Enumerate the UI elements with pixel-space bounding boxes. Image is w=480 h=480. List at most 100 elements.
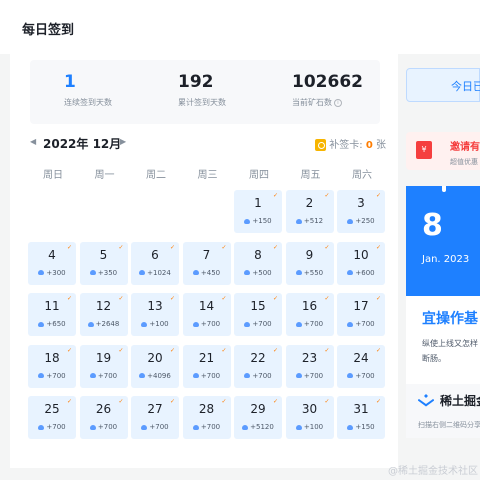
caret-left-icon[interactable]: ◀ <box>30 137 36 146</box>
calendar-day-cell[interactable]: ✓ 26 +700 <box>79 396 128 439</box>
calendar-day-cell[interactable]: ✓ 15 +700 <box>234 293 282 336</box>
ore-icon <box>38 373 45 378</box>
ore-icon <box>244 270 251 275</box>
calendar-day-cell[interactable]: ✓ 8 +500 <box>234 241 282 285</box>
ore-icon <box>141 321 148 327</box>
stats-bar: 1 连续签到天数 192 累计签到天数 102662 当前矿石数 i <box>30 60 380 124</box>
desc-line-2: 断肠。 <box>422 354 446 363</box>
ore-icon <box>347 321 354 327</box>
calendar-day-cell[interactable]: ✓ 12 +2648 <box>79 293 128 336</box>
watermark: @稀土掘金技术社区 <box>388 466 478 477</box>
ore-icon <box>347 373 354 378</box>
points-value: +100 <box>149 320 169 328</box>
month-label: 2022年 12月 <box>43 137 122 151</box>
weekday-header: 周日 周一 周二 周三 周四 周五 周六 <box>28 166 388 182</box>
points-value: +700 <box>200 320 221 328</box>
ore-icon <box>192 270 199 275</box>
calendar-day-cell[interactable]: ✓ 23 +700 <box>285 344 334 388</box>
day-points: +300 <box>28 269 76 277</box>
makeup-card-icon <box>315 139 327 151</box>
calendar-day-cell[interactable]: ✓ 4 +300 <box>28 241 76 285</box>
points-value: +550 <box>303 268 324 277</box>
ore-icon <box>38 321 45 327</box>
ore-icon <box>295 270 302 275</box>
calendar-day-cell[interactable]: ✓ 5 +350 <box>79 241 128 285</box>
calendar-month: Jan. 2023 <box>422 254 470 265</box>
calendar-day-cell[interactable]: ✓ 21 +700 <box>182 344 231 388</box>
day-points: +700 <box>337 320 385 328</box>
calendar-ring <box>442 186 446 192</box>
day-number: 27 <box>147 402 163 416</box>
calendar-day-cell[interactable]: ✓ 22 +700 <box>234 344 282 388</box>
day-number: 1 <box>254 196 262 210</box>
caret-right-icon[interactable]: ▶ <box>120 137 126 146</box>
calendar-day-cell[interactable]: ✓ 18 +700 <box>28 344 76 388</box>
day-points: +700 <box>183 372 231 380</box>
side-panel: 今日已 ¥ 邀请有 超值优惠 8 Jan. 2023 宜操作基 纵使上线又怎样 … <box>406 48 480 468</box>
calendar-day-cell[interactable]: ✓ 20 +4096 <box>131 344 179 388</box>
calendar-day-cell[interactable]: ✓ 3 +250 <box>337 190 385 233</box>
day-number: 7 <box>202 247 211 262</box>
calendar-day-cell[interactable]: ✓ 16 +700 <box>285 293 334 336</box>
calendar-day-cell[interactable]: ✓ 11 +650 <box>28 293 76 336</box>
signed-today-label: 今日已 <box>451 80 480 93</box>
day-points: +150 <box>234 217 282 225</box>
ore-icon <box>347 270 354 275</box>
promo-title: 邀请有 <box>450 142 480 153</box>
calendar-day-cell[interactable]: ✓ 28 +700 <box>182 396 231 439</box>
invite-promo[interactable]: ¥ 邀请有 超值优惠 <box>406 132 480 170</box>
day-points: +700 <box>234 320 282 328</box>
day-number: 22 <box>250 350 266 365</box>
ore-icon <box>244 373 251 378</box>
stat-ore: 102662 当前矿石数 i <box>292 72 363 108</box>
makeup-unit: 张 <box>376 140 386 151</box>
day-number: 2 <box>305 196 314 210</box>
points-value: +350 <box>97 268 118 277</box>
points-value: +450 <box>200 268 221 277</box>
signed-today-button[interactable]: 今日已 <box>406 68 480 102</box>
ore-icon <box>139 373 146 378</box>
calendar-card-desc: 纵使上线又怎样 断肠。 <box>422 336 478 366</box>
calendar-day-cell[interactable]: ✓ 7 +450 <box>182 241 231 285</box>
calendar-day-cell[interactable]: ✓ 25 +700 <box>28 396 76 439</box>
calendar-day: 8 <box>422 208 443 243</box>
day-points: +100 <box>131 320 179 328</box>
scan-hint: 扫描右侧二维码分享 <box>418 421 480 429</box>
calendar-day-cell[interactable]: ✓ 27 +700 <box>131 396 179 439</box>
makeup-card[interactable]: 补签卡: 0 张 <box>315 136 386 151</box>
calendar-day-cell[interactable]: ✓ 1 +150 <box>234 190 282 233</box>
calendar-day-cell[interactable]: ✓ 2 +512 <box>285 190 334 233</box>
day-points: +700 <box>286 372 334 380</box>
calendar-day-cell[interactable]: ✓ 31 +150 <box>337 396 385 439</box>
calendar-day-cell[interactable]: ✓ 17 +700 <box>337 293 385 336</box>
calendar-day-cell[interactable]: ✓ 19 +700 <box>79 344 128 388</box>
stat-total: 192 累计签到天数 <box>178 72 226 108</box>
calendar-day-cell[interactable]: ✓ 9 +550 <box>285 241 334 285</box>
day-points: +700 <box>131 423 179 431</box>
calendar-day-cell[interactable]: ✓ 14 +700 <box>182 293 231 336</box>
red-envelope-icon: ¥ <box>416 141 432 159</box>
calendar-day-cell[interactable]: ✓ 13 +100 <box>131 293 179 336</box>
ore-icon <box>347 218 354 224</box>
calendar-day-cell[interactable]: ✓ 29 +5120 <box>234 396 282 439</box>
calendar-day-cell[interactable]: ✓ 24 +700 <box>337 344 385 388</box>
stat-value: 192 <box>178 72 214 92</box>
day-number: 3 <box>357 196 365 210</box>
info-icon[interactable]: i <box>334 98 342 107</box>
day-points: +700 <box>183 423 231 431</box>
day-points: +100 <box>286 423 334 431</box>
day-number: 24 <box>353 350 369 365</box>
day-points: +512 <box>286 217 334 225</box>
ore-icon <box>295 373 302 378</box>
calendar-day-cell[interactable]: ✓ 30 +100 <box>285 396 334 439</box>
points-value: +150 <box>252 217 272 225</box>
day-number: 29 <box>250 402 266 416</box>
day-points: +150 <box>337 423 385 431</box>
desc-line-1: 纵使上线又怎样 <box>422 339 478 348</box>
ore-icon <box>295 218 302 224</box>
day-number: 20 <box>147 350 163 365</box>
ore-icon <box>89 373 96 378</box>
calendar-day-cell[interactable]: ✓ 6 +1024 <box>131 241 179 285</box>
stat-label: 累计签到天数 <box>178 98 226 107</box>
calendar-day-cell[interactable]: ✓ 10 +600 <box>337 241 385 285</box>
